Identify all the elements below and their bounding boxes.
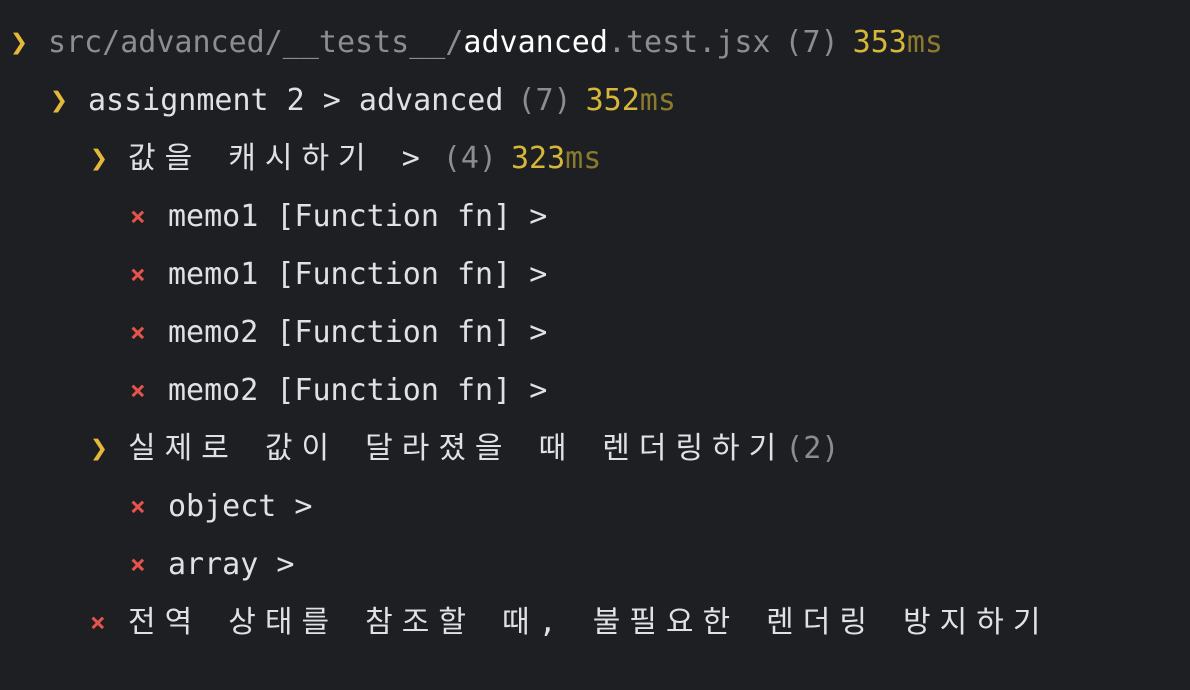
- fail-cross-icon: ×: [90, 608, 106, 638]
- suite-row[interactable]: ❯ assignment 2 > advanced (7) 352 ms: [0, 72, 1190, 130]
- test-count: (4): [442, 141, 497, 176]
- fail-cross-icon: ×: [130, 260, 146, 290]
- test-row[interactable]: × memo2 [Function fn] >: [0, 304, 1190, 362]
- suite-label: assignment 2 > advanced: [88, 83, 504, 118]
- test-label: memo2 [Function fn] >: [168, 315, 548, 350]
- group-row-cache[interactable]: ❯ 값을 캐시하기 > (4) 323 ms: [0, 130, 1190, 188]
- chevron-right-icon: ❯: [50, 83, 69, 118]
- fail-cross-icon: ×: [130, 550, 146, 580]
- fail-cross-icon: ×: [130, 376, 146, 406]
- duration-unit: ms: [639, 83, 676, 118]
- test-label: memo2 [Function fn] >: [168, 373, 548, 408]
- group-label: 전역 상태를 참조할 때, 불필요한 렌더링 방지하기: [128, 605, 1050, 640]
- fail-cross-icon: ×: [130, 318, 146, 348]
- test-row[interactable]: × object >: [0, 478, 1190, 536]
- test-label: memo1 [Function fn] >: [168, 199, 548, 234]
- test-row[interactable]: × memo1 [Function fn] >: [0, 188, 1190, 246]
- group-row-render[interactable]: ❯ 실제로 값이 달라졌을 때 렌더링하기 (2): [0, 420, 1190, 478]
- duration-value: 352: [585, 83, 640, 118]
- group-label: 실제로 값이 달라졌을 때 렌더링하기: [128, 431, 786, 466]
- test-row[interactable]: × memo1 [Function fn] >: [0, 246, 1190, 304]
- test-label: array >: [168, 547, 295, 582]
- test-label: memo1 [Function fn] >: [168, 257, 548, 292]
- fail-cross-icon: ×: [130, 492, 146, 522]
- duration-unit: ms: [565, 141, 602, 176]
- duration-unit: ms: [906, 25, 943, 60]
- group-row-global-state[interactable]: × 전역 상태를 참조할 때, 불필요한 렌더링 방지하기: [0, 594, 1190, 652]
- test-file-row[interactable]: ❯ src/advanced/__tests__/advanced .test.j…: [0, 14, 1190, 72]
- file-path-dir: src/advanced/__tests__/: [48, 25, 464, 60]
- duration-value: 323: [510, 141, 566, 176]
- fail-cross-icon: ×: [130, 202, 146, 232]
- file-extension: .test.jsx: [607, 25, 771, 60]
- test-count: (7): [784, 25, 839, 60]
- duration-value: 353: [852, 25, 907, 60]
- chevron-right-icon: ❯: [10, 25, 29, 60]
- chevron-right-icon: ❯: [90, 431, 109, 466]
- terminal-output: ❯ src/advanced/__tests__/advanced .test.j…: [0, 0, 1190, 690]
- test-label: object >: [168, 489, 313, 524]
- chevron-right-icon: ❯: [90, 141, 109, 176]
- file-name: advanced: [463, 25, 608, 60]
- group-label: 값을 캐시하기 >: [128, 141, 429, 176]
- test-count: (7): [517, 83, 572, 118]
- test-row[interactable]: × array >: [0, 536, 1190, 594]
- test-row[interactable]: × memo2 [Function fn] >: [0, 362, 1190, 420]
- test-count: (2): [785, 431, 840, 466]
